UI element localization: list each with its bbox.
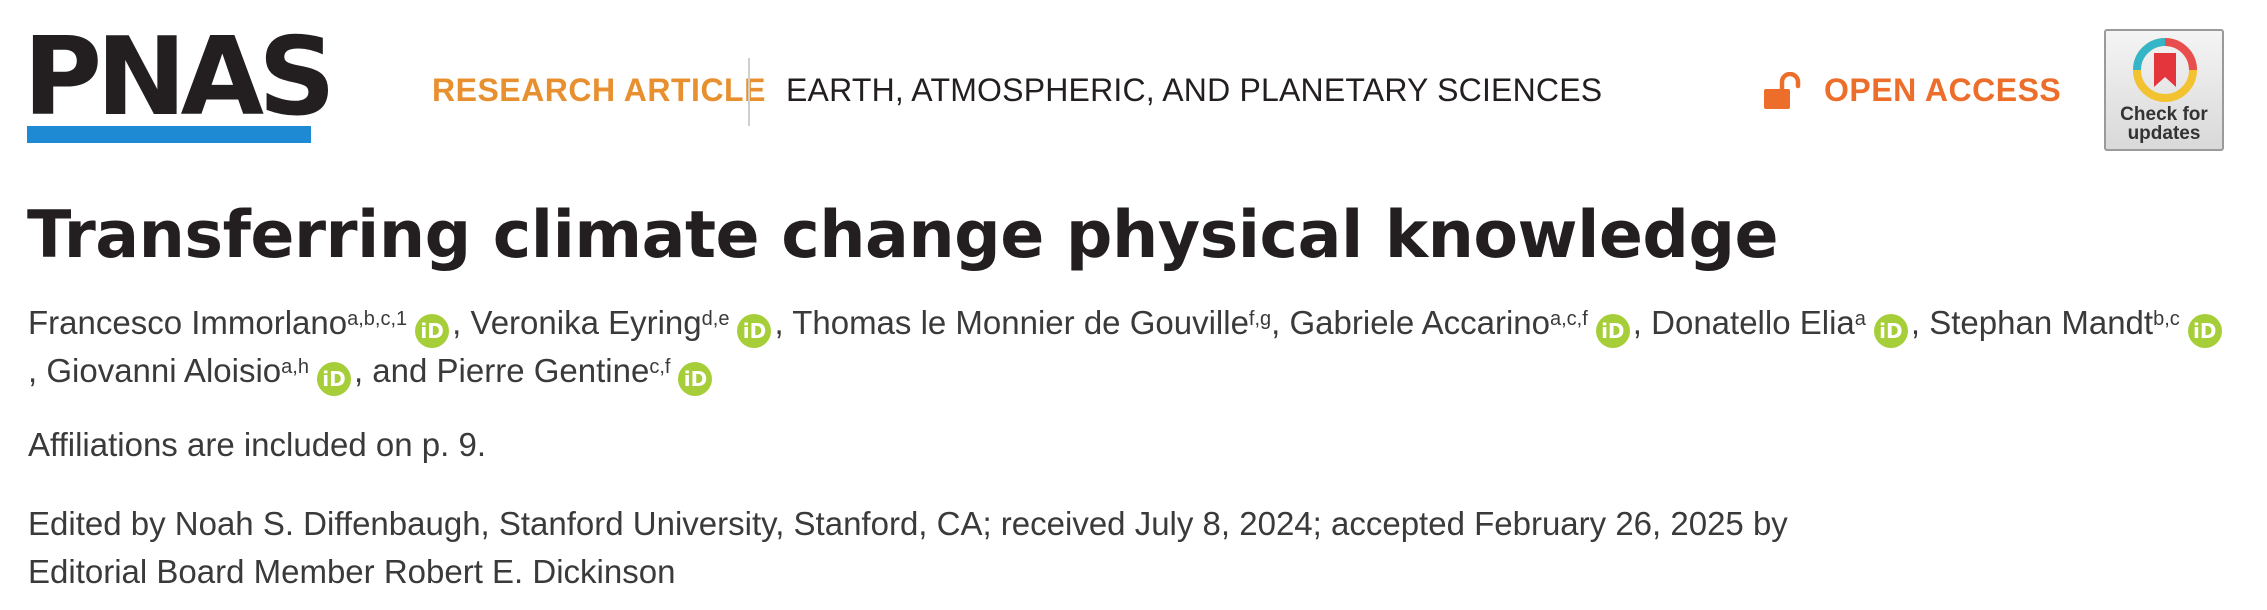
author-name[interactable]: Thomas le Monnier de Gouville [792, 304, 1249, 341]
open-access-label: OPEN ACCESS [1824, 72, 2062, 108]
author-name[interactable]: Giovanni Aloisio [46, 352, 281, 389]
author-separator: , [1271, 304, 1281, 341]
author-name[interactable]: Veronika Eyring [471, 304, 702, 341]
author-separator: , [28, 352, 38, 389]
bookmark-icon [2133, 38, 2197, 102]
author-list: Francesco Immorlanoa,b,c,1 iD, Veronika E… [28, 300, 2228, 396]
article-title: Transferring climate change physical kno… [27, 198, 1779, 273]
editor-line-1: Edited by Noah S. Diffenbaugh, Stanford … [28, 505, 1788, 542]
author-affil-sup: c,f [649, 356, 671, 378]
open-lock-icon [1764, 72, 1801, 109]
author-separator: , and [353, 352, 428, 389]
orcid-icon[interactable]: iD [2187, 314, 2222, 348]
author-separator: , [452, 304, 462, 341]
header-divider [748, 58, 750, 126]
author-separator: , [774, 304, 784, 341]
author-name[interactable]: Pierre Gentine [437, 352, 650, 389]
orcid-icon[interactable]: iD [678, 362, 713, 396]
orcid-icon[interactable]: iD [1595, 314, 1630, 348]
orcid-icon[interactable]: iD [316, 362, 351, 396]
editor-line-2: Editorial Board Member Robert E. Dickins… [28, 553, 676, 590]
editor-statement: Edited by Noah S. Diffenbaugh, Stanford … [28, 500, 1828, 596]
logo-text: PNAS [23, 15, 336, 140]
check-for-updates-button[interactable]: Check for updates [2104, 29, 2224, 151]
author-separator: , [1910, 304, 1921, 341]
author-name[interactable]: Donatello Elia [1651, 304, 1855, 341]
author-separator: , [1632, 304, 1642, 341]
check-updates-line2: updates [2127, 123, 2201, 144]
author-name[interactable]: Gabriele Accarino [1290, 304, 1550, 341]
author-affil-sup: b,c [2153, 308, 2180, 330]
author-affil-sup: a,b,c,1 [347, 308, 408, 330]
author-name[interactable]: Stephan Mandt [1929, 304, 2153, 341]
author-affil-sup: a [1854, 308, 1866, 330]
check-updates-line1: Check for [2120, 104, 2208, 125]
pnas-logo[interactable]: PNAS [23, 24, 336, 144]
author-affil-sup: a,h [281, 356, 309, 378]
author-affil-sup: d,e [701, 308, 730, 330]
affiliations-note: Affiliations are included on p. 9. [28, 426, 487, 463]
orcid-icon[interactable]: iD [737, 314, 772, 348]
orcid-icon[interactable]: iD [1873, 314, 1908, 348]
section-label[interactable]: EARTH, ATMOSPHERIC, AND PLANETARY SCIENC… [786, 72, 1602, 109]
logo-underline [27, 126, 311, 143]
check-for-updates-text: Check for updates [2106, 105, 2222, 143]
author-affil-sup: f,g [1248, 308, 1272, 330]
orcid-icon[interactable]: iD [415, 314, 450, 348]
article-type-label: RESEARCH ARTICLE [432, 72, 766, 108]
author-affil-sup: a,c,f [1550, 308, 1588, 330]
author-name[interactable]: Francesco Immorlano [28, 304, 347, 341]
